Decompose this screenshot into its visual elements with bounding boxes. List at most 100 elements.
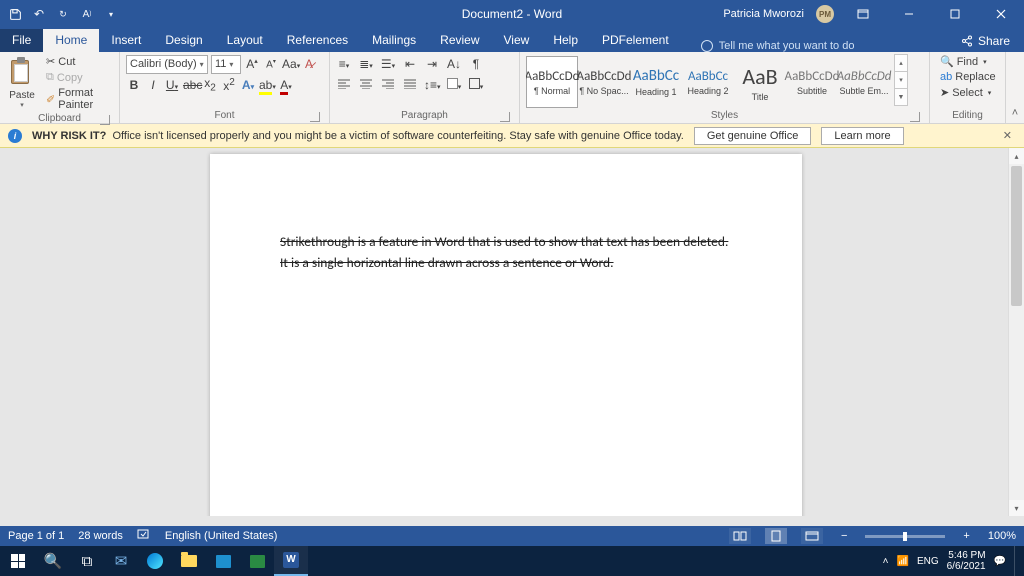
style-heading-1[interactable]: AaBbCcHeading 1: [630, 56, 682, 108]
word-count[interactable]: 28 words: [78, 530, 123, 542]
zoom-out-button[interactable]: −: [837, 530, 851, 542]
underline-button[interactable]: U▾: [164, 78, 180, 92]
scroll-up-icon[interactable]: ▴: [1009, 148, 1024, 164]
share-button[interactable]: Share: [947, 30, 1024, 52]
scroll-down-icon[interactable]: ▾: [1009, 500, 1024, 516]
styles-launcher-icon[interactable]: [910, 112, 920, 122]
cut-button[interactable]: ✂Cut: [42, 54, 113, 69]
page-indicator[interactable]: Page 1 of 1: [8, 530, 64, 542]
bold-button[interactable]: B: [126, 78, 142, 92]
style---normal[interactable]: AaBbCcDd¶ Normal: [526, 56, 578, 108]
user-name[interactable]: Patricia Mworozi: [723, 8, 804, 20]
bullets-icon[interactable]: ≡▾: [336, 57, 352, 71]
italic-button[interactable]: I: [145, 78, 161, 92]
notifications-icon[interactable]: 💬: [994, 556, 1006, 567]
numbering-icon[interactable]: ≣▾: [358, 57, 374, 71]
zoom-in-button[interactable]: +: [959, 530, 973, 542]
shading-icon[interactable]: ▾: [446, 78, 462, 92]
spellcheck-icon[interactable]: [137, 529, 151, 544]
word-app-icon[interactable]: W: [274, 546, 308, 576]
line-spacing-icon[interactable]: ↕≡▾: [424, 78, 440, 92]
replace-button[interactable]: abReplace: [936, 70, 1000, 84]
grow-font-icon[interactable]: A▴: [244, 57, 260, 71]
maximize-button[interactable]: [938, 0, 972, 28]
borders-icon[interactable]: ▾: [468, 78, 484, 92]
tab-insert[interactable]: Insert: [99, 29, 153, 52]
select-button[interactable]: ➤Select▾: [936, 85, 1000, 100]
network-icon[interactable]: 📶: [896, 556, 908, 567]
style-subtitle[interactable]: AaBbCcDdSubtitle: [786, 56, 838, 108]
edge-icon[interactable]: [138, 546, 172, 576]
font-launcher-icon[interactable]: [310, 112, 320, 122]
zoom-slider[interactable]: [865, 535, 945, 538]
tab-references[interactable]: References: [275, 29, 360, 52]
minimize-button[interactable]: [892, 0, 926, 28]
tab-mailings[interactable]: Mailings: [360, 29, 428, 52]
highlight-icon[interactable]: ab▾: [259, 78, 275, 92]
clear-formatting-icon[interactable]: A̷: [301, 57, 317, 71]
style-scroll[interactable]: ▴▾▼: [894, 54, 908, 106]
undo-icon[interactable]: ↶: [32, 7, 46, 21]
learn-more-button[interactable]: Learn more: [821, 127, 903, 145]
web-layout-icon[interactable]: [801, 528, 823, 544]
tray-expand-icon[interactable]: ˄: [883, 556, 889, 567]
subscript-button[interactable]: x2: [202, 76, 218, 93]
paragraph-launcher-icon[interactable]: [500, 112, 510, 122]
document-text[interactable]: Strikethrough is a feature in Word that …: [280, 232, 732, 274]
print-layout-icon[interactable]: [765, 528, 787, 544]
touch-mode-icon[interactable]: A): [80, 7, 94, 21]
superscript-button[interactable]: x2: [221, 77, 237, 93]
strikethrough-button[interactable]: abc: [183, 78, 199, 92]
collapse-ribbon-icon[interactable]: ˄: [1006, 52, 1024, 123]
align-right-icon[interactable]: [380, 78, 396, 92]
mail-app-icon[interactable]: ✉: [104, 546, 138, 576]
clock[interactable]: 5:46 PM 6/6/2021: [947, 550, 986, 572]
sort-icon[interactable]: A↓: [446, 57, 462, 71]
vertical-scrollbar[interactable]: ▴ ▾: [1008, 148, 1024, 516]
tab-design[interactable]: Design: [153, 29, 214, 52]
justify-icon[interactable]: [402, 78, 418, 92]
save-icon[interactable]: [8, 7, 22, 21]
tab-layout[interactable]: Layout: [215, 29, 275, 52]
read-mode-icon[interactable]: [729, 528, 751, 544]
style---no-spac---[interactable]: AaBbCcDd¶ No Spac...: [578, 56, 630, 108]
file-explorer-icon[interactable]: [172, 546, 206, 576]
style-heading-2[interactable]: AaBbCcHeading 2: [682, 56, 734, 108]
find-button[interactable]: 🔍Find▾: [936, 54, 1000, 69]
text-effects-icon[interactable]: A▾: [240, 78, 256, 92]
zoom-level[interactable]: 100%: [988, 530, 1016, 542]
multilevel-list-icon[interactable]: ☰▾: [380, 57, 396, 71]
avatar[interactable]: PM: [816, 5, 834, 23]
start-button[interactable]: [0, 546, 36, 576]
language-indicator[interactable]: English (United States): [165, 530, 278, 542]
font-size-select[interactable]: 11▾: [211, 55, 241, 74]
tab-file[interactable]: File: [0, 29, 43, 52]
get-genuine-button[interactable]: Get genuine Office: [694, 127, 812, 145]
redo-icon[interactable]: ↻: [56, 7, 70, 21]
decrease-indent-icon[interactable]: ⇤: [402, 57, 418, 71]
tab-view[interactable]: View: [492, 29, 542, 52]
show-marks-icon[interactable]: ¶: [468, 57, 484, 71]
dismiss-warning-icon[interactable]: ✕: [999, 129, 1016, 142]
shrink-font-icon[interactable]: A▾: [263, 58, 279, 70]
tab-review[interactable]: Review: [428, 29, 491, 52]
scroll-thumb[interactable]: [1011, 166, 1022, 306]
increase-indent-icon[interactable]: ⇥: [424, 57, 440, 71]
task-view-icon[interactable]: ⧉: [70, 546, 104, 576]
page[interactable]: Strikethrough is a feature in Word that …: [210, 154, 802, 516]
align-left-icon[interactable]: [336, 78, 352, 92]
tab-pdfelement[interactable]: PDFelement: [590, 29, 681, 52]
clipboard-launcher-icon[interactable]: [100, 115, 110, 125]
format-painter-button[interactable]: ✐Format Painter: [42, 86, 113, 112]
show-desktop-button[interactable]: [1014, 546, 1020, 576]
close-button[interactable]: [984, 0, 1018, 28]
tray-language[interactable]: ENG: [917, 556, 939, 567]
font-color-icon[interactable]: A▾: [278, 78, 294, 92]
style-subtle-em---[interactable]: AaBbCcDdSubtle Em...: [838, 56, 890, 108]
align-center-icon[interactable]: [358, 78, 374, 92]
font-name-select[interactable]: Calibri (Body)▾: [126, 55, 208, 74]
app-icon-1[interactable]: [240, 546, 274, 576]
taskbar-search-icon[interactable]: 🔍: [36, 546, 70, 576]
style-title[interactable]: AaBTitle: [734, 56, 786, 108]
ribbon-display-options-icon[interactable]: [846, 0, 880, 28]
